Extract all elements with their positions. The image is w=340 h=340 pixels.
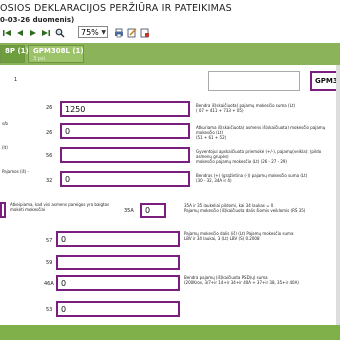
desc-line: LBV ir 34 laukai, 3 (Lt) LBV (S) 0.2008 [184,236,260,241]
amount-field-26[interactable]: 1250 [60,101,190,117]
last-page-icon[interactable] [41,27,51,39]
export-icon[interactable] [140,27,150,39]
amount-field-46a[interactable]: 0 [56,275,180,291]
row-number: 57 [46,238,53,244]
print-icon[interactable] [114,27,124,39]
amount-field-59[interactable] [56,255,180,270]
row-description: Bendras (+) (grąžintina (-)) pajamų moke… [196,173,336,183]
tab-label: 8P (1) [5,47,29,55]
amount-field-26b[interactable]: 0 [60,123,190,139]
desc-line: (200Kros, 3/7+ir 14+ir 34+ir 40A + 37+ir… [184,280,299,285]
field-value: 0 [65,126,71,136]
desc-line: mokesčio pajamų mokesčio (Lt) (26 - 27 -… [196,159,287,164]
tab-gpm308l[interactable]: GPM308L (1) 3 psl. [28,45,84,63]
desc-line: (51 + 61 + 52) [196,135,227,140]
row-description: Gyventojui apskaičiuota priemokė (+/-), … [196,149,336,164]
desc-line: Pajamų mokesčio (iš)kaičiuota dalis šiom… [184,208,306,213]
row-description: Bendra pajamų (iš)kaičiuota PSD(ų) suma(… [184,275,338,285]
confirm-checkbox[interactable] [0,202,6,218]
vertical-scrollbar[interactable] [336,65,340,325]
row-description: Bendra iš(skaičiuota) pajamų mokesčio su… [196,103,336,113]
row-number: 56 [46,153,53,159]
left-label: Pajamos (iš) - [2,169,29,174]
row-number: 59 [46,260,53,266]
row-number: 46A [44,281,54,287]
first-page-icon[interactable] [2,27,12,39]
amount-field-32[interactable]: 0 [60,171,190,187]
desc-line: Gyventojui apskaičiuota priemokė (+/-), … [196,149,322,159]
prev-page-icon[interactable] [15,27,25,39]
field-value: 0 [65,174,71,184]
field-value: 0 [145,206,151,215]
amount-field-35a[interactable]: 0 [140,203,166,218]
row-description: Atkuriama iš(skaičiuota) asmens iš(skaič… [196,125,336,140]
field-value: 0 [61,278,67,288]
row-number: 26 [46,105,53,111]
declaration-form: 1 GPM308 s/b (lt) Pajamos (iš) - 26 1250… [0,65,340,325]
left-label: (lt) [2,145,8,150]
page-title: OSIOS DEKLARACIJOS PERŽIŪRA IR PATEIKIMA… [0,3,232,14]
next-page-icon[interactable] [28,27,38,39]
tab-8p[interactable]: 8P (1) [0,45,29,63]
amount-field-57[interactable]: 0 [56,231,180,247]
row-number: 32 [46,178,53,184]
tab-sublabel: 3 psl. [33,56,47,62]
row-number: 53 [46,307,53,313]
side-note: Atkeipiama, kad visi asmens pareigos yra… [10,202,110,212]
row-description: Pajamų mokesčio dalis (iš) (Lt) Pajamų m… [184,231,338,241]
amount-field-56[interactable] [60,147,190,163]
chevron-down-icon: ▼ [101,29,106,36]
left-label: s/b [2,121,8,126]
search-icon[interactable] [55,27,65,39]
desc-line: Atkuriama iš(skaičiuota) asmens iš(skaič… [196,125,326,135]
row-number: 1 [14,77,18,83]
field-value: 1250 [65,104,86,114]
tab-label: GPM308L (1) [33,47,84,55]
field-value: 0 [61,234,67,244]
amount-field-53[interactable]: 0 [56,301,180,317]
tab-bar: 8P (1) GPM308L (1) 3 psl. [0,43,340,65]
zoom-select[interactable]: 75% ▼ [78,26,108,38]
edit-icon[interactable] [127,27,137,39]
desc-line: (30 - 32, 34A ir 4) [196,178,232,183]
row-number: 35A [124,208,134,214]
field-value: 0 [61,304,67,314]
row-number: 26 [46,130,53,136]
desc-line: ( 07 + 411 + 733 + 05) [196,108,244,113]
footer-bar [0,325,340,340]
zoom-value: 75% [81,28,99,37]
row-description: 35A ir 35 laukeliai pildomi, kai 34 lauk… [184,203,338,213]
toolbar: 75% ▼ [0,24,340,42]
page-subtitle: 0-03-26 duomenis) [0,16,75,24]
header-empty-field[interactable] [208,71,300,91]
